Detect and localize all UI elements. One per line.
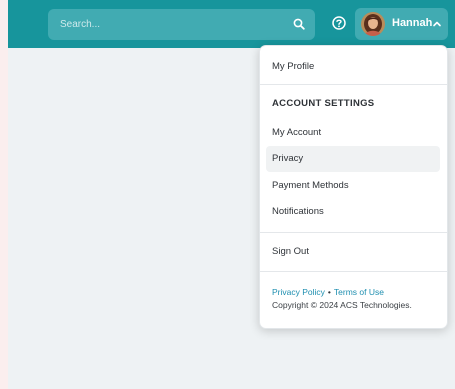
footer-links: Privacy Policy • Terms of Use [272, 287, 384, 297]
search-box [48, 9, 315, 40]
menu-item-sign-out[interactable]: Sign Out [266, 239, 440, 265]
user-menu-button[interactable]: Hannah [355, 8, 448, 40]
menu-item-privacy[interactable]: Privacy [266, 146, 440, 172]
help-icon[interactable] [332, 16, 346, 30]
avatar [361, 12, 385, 36]
menu-divider [260, 232, 447, 233]
copyright-text: Copyright © 2024 ACS Technologies. [272, 300, 412, 310]
privacy-policy-link[interactable]: Privacy Policy [272, 287, 325, 297]
menu-item-notifications[interactable]: Notifications [266, 199, 440, 225]
menu-item-my-profile[interactable]: My Profile [266, 54, 440, 80]
search-icon[interactable] [293, 18, 305, 30]
footer-separator: • [327, 287, 331, 297]
chevron-up-icon [433, 21, 441, 27]
user-dropdown-menu: My Profile ACCOUNT SETTINGS My Account P… [259, 45, 448, 329]
search-input[interactable] [48, 9, 278, 40]
menu-item-my-account[interactable]: My Account [266, 120, 440, 146]
user-name: Hannah [392, 17, 433, 29]
top-navigation-bar: Hannah [8, 0, 455, 48]
terms-of-use-link[interactable]: Terms of Use [334, 287, 384, 297]
menu-divider [260, 271, 447, 272]
left-edge-strip [0, 0, 8, 389]
menu-item-payment-methods[interactable]: Payment Methods [266, 173, 440, 199]
menu-divider [260, 84, 447, 85]
account-settings-heading: ACCOUNT SETTINGS [272, 98, 375, 109]
